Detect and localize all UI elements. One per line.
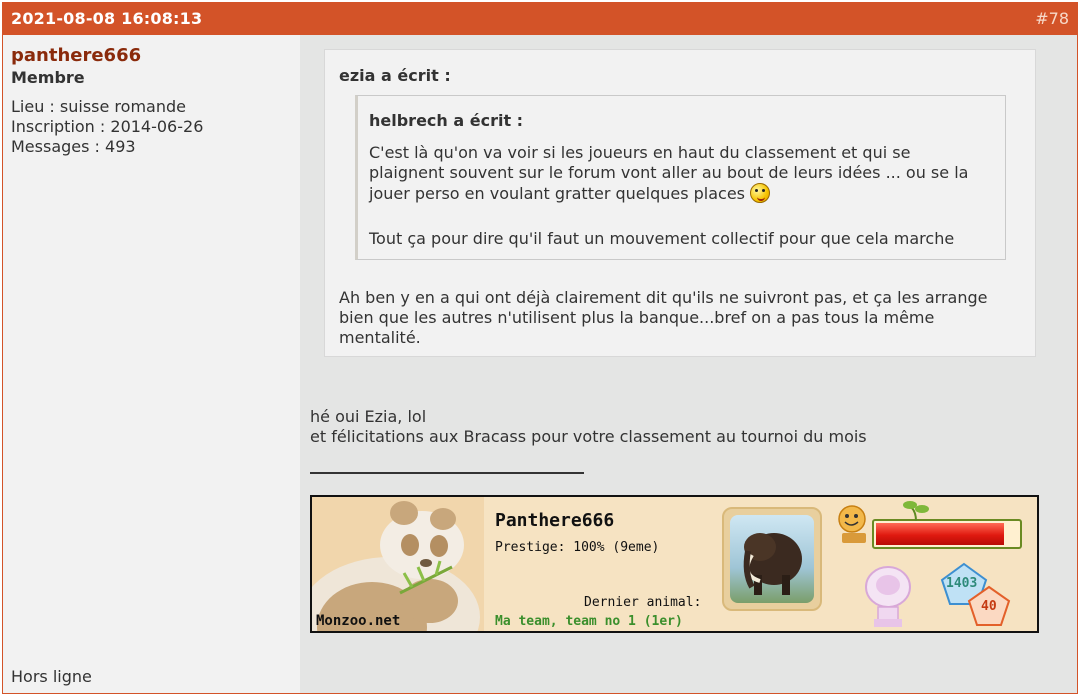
quote-line: bien que les autres n'utilisent plus la … <box>339 308 935 327</box>
sprout-icon <box>903 501 929 521</box>
panda-icon <box>312 501 480 631</box>
health-bar <box>872 501 1022 549</box>
health-bar-frame <box>872 519 1022 549</box>
trophy-icon <box>865 566 911 627</box>
smiley-mascot-icon <box>838 505 866 543</box>
author-message-count: Messages : 493 <box>11 137 136 156</box>
reply-line: et félicitations aux Bracass pour votre … <box>310 427 867 446</box>
stat-value-orange: 40 <box>981 599 997 614</box>
nested-quote-line: jouer perso en voulant gratter quelques … <box>369 184 746 203</box>
banner-last-animal-label: Dernier animal: <box>584 595 702 610</box>
quote-block: ezia a écrit : helbrech a écrit : C'est … <box>324 49 1036 357</box>
banner-site-name: Monzoo.net <box>316 613 401 629</box>
nested-quote-line-with-smiley: jouer perso en voulant gratter quelques … <box>369 183 771 204</box>
author-online-status: Hors ligne <box>11 667 92 686</box>
banner-last-animal <box>722 507 822 611</box>
nested-quote-author: helbrech a écrit : <box>369 111 524 130</box>
reply-line: hé oui Ezia, lol <box>310 407 427 426</box>
stat-badge-orange: 40 <box>967 585 1011 627</box>
signature-divider <box>310 472 584 474</box>
author-location: Lieu : suisse romande <box>11 97 186 116</box>
nested-quote-line: plaignent souvent sur le forum vont alle… <box>369 163 969 182</box>
banner-prestige: Prestige: 100% (9eme) <box>495 540 660 555</box>
mammoth-icon <box>730 515 814 603</box>
post-date: 2021-08-08 16:08:13 <box>11 9 203 28</box>
quote-author: ezia a écrit : <box>339 66 451 85</box>
nested-quote-block: helbrech a écrit : C'est là qu'on va voi… <box>355 95 1006 260</box>
forum-post: 2021-08-08 16:08:13 #78 panthere666 Memb… <box>2 2 1078 694</box>
banner-player-name: Panthere666 <box>495 510 615 531</box>
author-username-link[interactable]: panthere666 <box>11 45 141 66</box>
author-panel: panthere666 Membre Lieu : suisse romande… <box>3 35 300 693</box>
post-body: ezia a écrit : helbrech a écrit : C'est … <box>300 35 1077 693</box>
author-registered: Inscription : 2014-06-26 <box>11 117 204 136</box>
author-role: Membre <box>11 68 85 87</box>
post-header: 2021-08-08 16:08:13 #78 <box>3 3 1077 35</box>
tongue-smiley-icon <box>750 183 771 203</box>
post-permalink[interactable]: #78 <box>1035 9 1069 28</box>
health-bar-fill <box>876 523 1004 545</box>
banner-panda-area: Monzoo.net <box>312 497 484 631</box>
nested-quote-line: C'est là qu'on va voir si les joueurs en… <box>369 143 911 162</box>
nested-quote-line: Tout ça pour dire qu'il faut un mouvemen… <box>369 229 955 248</box>
quote-line: mentalité. <box>339 328 421 347</box>
signature-banner[interactable]: Monzoo.net Panthere666 Prestige: 100% (9… <box>310 495 1039 633</box>
quote-line: Ah ben y en a qui ont déjà clairement di… <box>339 288 988 307</box>
banner-team: Ma team, team no 1 (1er) <box>495 614 683 629</box>
